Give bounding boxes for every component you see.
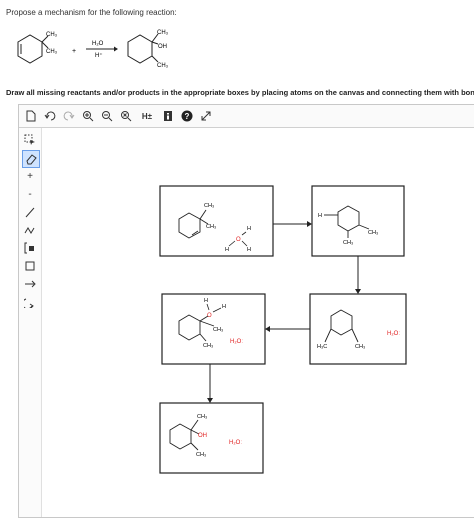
reactant-molecule (17, 34, 49, 64)
box5-ch3-bottom: CH₃ (196, 452, 206, 458)
box4-bond-right (199, 320, 215, 327)
box1-oh-bond-right (241, 240, 248, 247)
product-ch3-top: CH₃ (157, 30, 169, 36)
arrowhead-1-to-2 (307, 221, 312, 227)
mechanism-box-3[interactable] (309, 293, 407, 365)
box1-ring (178, 212, 201, 239)
fullscreen-icon[interactable] (199, 109, 213, 123)
help-glyph: ? (185, 112, 190, 121)
box3-ring (330, 309, 353, 336)
mechanism-box-5[interactable] (159, 402, 264, 474)
reactant-ch3-bottom: CH₃ (46, 49, 58, 55)
box4-ring (178, 314, 201, 341)
box5-oh: OH (198, 433, 207, 439)
box3-bond-right (351, 328, 359, 343)
reactant-ring (17, 34, 43, 64)
info-icon[interactable] (161, 109, 175, 123)
box5-molecule (169, 419, 200, 451)
redo-icon[interactable] (62, 109, 76, 123)
arrowhead-4-to-5 (207, 398, 213, 403)
box1-bond-top (199, 209, 207, 220)
box2-bond-right (358, 224, 370, 230)
box2-ch3-bottom: CH₃ (343, 240, 353, 246)
shape-tool-icon[interactable] (22, 258, 38, 274)
box5-bond-top (190, 419, 199, 431)
zoom-in-icon[interactable] (81, 109, 95, 123)
mechanism-box-1[interactable] (159, 185, 274, 257)
box1-ch3-bottom: CH₃ (206, 224, 216, 230)
box2-ch3-right: CH₃ (368, 230, 378, 236)
box1-h-left: H (225, 247, 229, 253)
reagent-water: H₂O (92, 41, 104, 47)
question-text: Propose a mechanism for the following re… (6, 8, 177, 17)
box5-ch3-top: CH₃ (197, 414, 207, 420)
reaction-arrowhead (114, 46, 118, 52)
box4-oh-bond-right (212, 307, 222, 313)
eraser-tool-icon[interactable] (22, 150, 40, 168)
bracket-tool-icon[interactable] (22, 240, 38, 256)
box4-bond-bottom (199, 333, 207, 342)
instruction-text: Draw all missing reactants and/or produc… (6, 88, 474, 97)
box4-ch3-right: CH₃ (213, 327, 223, 333)
drawing-editor: H± ? + - CH₃ CH₃ H O H H H CH₃ CH₃ H₃C C… (18, 104, 474, 518)
single-bond-tool-icon[interactable] (22, 204, 38, 220)
box5-ring (169, 423, 192, 450)
arrowhead-2-to-3 (355, 289, 361, 294)
product-molecule (127, 33, 159, 64)
drawing-canvas[interactable]: CH₃ CH₃ H O H H H CH₃ CH₃ H₃C CH₃ H₂Oː H… (42, 128, 474, 517)
arrowhead-3-to-4 (265, 326, 270, 332)
product-ch3-bottom: CH₃ (157, 63, 169, 69)
reagent-acid: H⁺ (95, 52, 103, 59)
editor-sidebar: + - (19, 128, 42, 517)
new-document-icon[interactable] (24, 109, 38, 123)
box3-molecule (324, 309, 359, 343)
select-tool-icon[interactable] (22, 132, 38, 148)
reactant-methyl-bond-bottom (41, 41, 49, 49)
zoom-out-icon[interactable] (100, 109, 114, 123)
help-icon[interactable]: ? (180, 109, 194, 123)
box1-molecule (178, 209, 209, 239)
curved-arrow-tool-icon[interactable] (22, 294, 38, 310)
plus-sign: + (72, 48, 76, 55)
box1-h-right: H (247, 247, 251, 253)
reaction-scheme: CH₃ CH₃ + H₂O H⁺ CH₃ OH CH₃ (17, 30, 169, 69)
mechanism-box-2[interactable] (311, 185, 405, 257)
zoom-reset-icon[interactable] (119, 109, 133, 123)
chain-tool-icon[interactable] (22, 222, 38, 238)
box2-molecule (324, 205, 370, 238)
box1-ch3-top: CH₃ (204, 203, 214, 209)
positive-charge-tool[interactable]: + (22, 168, 38, 184)
box4-water: H₂Oː (230, 339, 243, 345)
reactant-ch3-top: CH₃ (46, 32, 58, 38)
box3-water: H₂Oː (387, 331, 400, 337)
box3-ch3-left: H₃C (317, 344, 327, 350)
box1-oh-bond-top (241, 231, 247, 236)
arrow-tool-icon[interactable] (22, 276, 38, 292)
box1-oh-bond-left (228, 240, 236, 247)
product-ring (127, 34, 153, 64)
editor-toolbar: H± ? (19, 105, 474, 128)
box2-ring (337, 205, 360, 232)
product-methyl-bond-bottom (151, 55, 159, 63)
box2-h: H (318, 213, 322, 219)
box4-h-top: H (204, 298, 208, 304)
explicit-hydrogens-button[interactable]: H± (138, 109, 156, 123)
box4-oh-bond-top (206, 303, 210, 311)
box1-hydronium-o: O (236, 237, 241, 243)
box4-ch3-bottom: CH₃ (203, 343, 213, 349)
product-oh: OH (158, 44, 167, 50)
undo-icon[interactable] (43, 109, 57, 123)
box1-h-top: H (247, 226, 251, 232)
box5-water: H₂Oː (229, 440, 242, 446)
box5-bond-bottom (190, 442, 199, 451)
box3-ch3-right: CH₃ (355, 344, 365, 350)
box4-h-right: H (222, 304, 226, 310)
box3-bond-left (324, 328, 332, 343)
negative-charge-tool[interactable]: - (22, 186, 38, 202)
